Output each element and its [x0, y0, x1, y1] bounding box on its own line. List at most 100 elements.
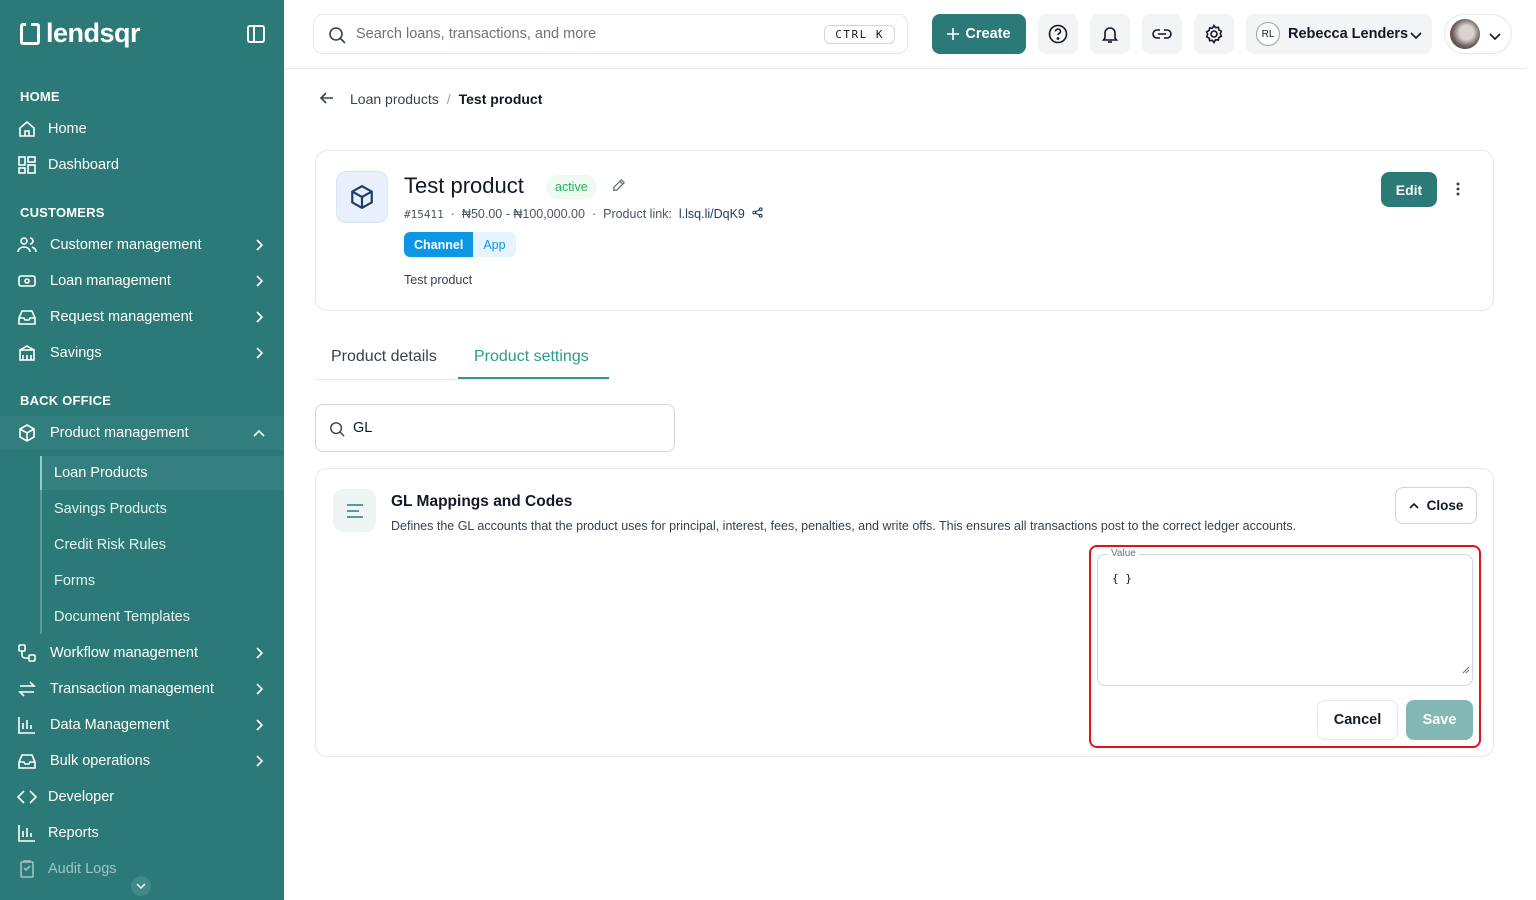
sidebar-item-label: Request management	[50, 309, 193, 325]
chevron-right-icon	[252, 346, 266, 360]
sidebar-subitem-forms[interactable]: Forms	[40, 564, 284, 598]
product-summary-card: Test product active #15411 · ₦50.00 - ₦1…	[315, 150, 1494, 311]
chevron-up-icon	[252, 426, 266, 440]
sidebar-item-label: Home	[48, 121, 87, 137]
sidebar-item-label: Reports	[48, 825, 99, 841]
chevron-right-icon	[252, 754, 266, 768]
sidebar-item-request-management[interactable]: Request management	[0, 300, 284, 334]
sidebar-item-loan-management[interactable]: Loan management	[0, 264, 284, 298]
sidebar-item-home[interactable]: Home	[0, 112, 284, 146]
product-description: Test product	[404, 273, 473, 287]
clipboard-icon	[17, 859, 37, 879]
sidebar-collapse-icon[interactable]	[247, 25, 265, 43]
topbar: Search loans, transactions, and more CTR…	[284, 0, 1526, 69]
section-title-home: HOME	[20, 89, 60, 104]
section-title-customers: CUSTOMERS	[20, 205, 105, 220]
sidebar-item-product-management[interactable]: Product management	[0, 416, 284, 450]
sidebar-item-label: Product management	[50, 425, 189, 441]
workflow-icon	[17, 643, 37, 663]
sidebar-subitem-document-templates[interactable]: Document Templates	[40, 600, 284, 634]
sidebar-item-label: Transaction management	[50, 681, 214, 697]
shortcut-badge: CTRL K	[824, 25, 895, 44]
sidebar-scroll-down-icon[interactable]	[131, 876, 151, 896]
sidebar-item-label: Dashboard	[48, 157, 119, 173]
sidebar-subitem-savings-products[interactable]: Savings Products	[40, 492, 284, 526]
sidebar-item-label: Audit Logs	[48, 861, 117, 877]
save-button[interactable]: Save	[1406, 700, 1473, 740]
back-arrow-icon[interactable]	[319, 91, 334, 107]
breadcrumb-parent[interactable]: Loan products	[350, 91, 439, 107]
tab-product-details[interactable]: Product details	[331, 348, 437, 366]
settings-search-input[interactable]: GL	[353, 420, 372, 436]
resize-handle-icon[interactable]	[1462, 661, 1470, 679]
channel-label: Channel	[404, 232, 474, 257]
notifications-button[interactable]	[1090, 14, 1130, 54]
chevron-down-icon	[1489, 28, 1501, 46]
brand-logo[interactable]: lendsqr	[20, 18, 141, 49]
value-text[interactable]: { }	[1112, 572, 1132, 585]
sidebar-item-bulk-operations[interactable]: Bulk operations	[0, 744, 284, 778]
sidebar-item-savings[interactable]: Savings	[0, 336, 284, 370]
product-link[interactable]: l.lsq.li/DqK9	[679, 207, 745, 221]
chevron-right-icon	[252, 274, 266, 288]
search-input[interactable]: Search loans, transactions, and more	[356, 26, 596, 42]
more-options-icon[interactable]	[1451, 179, 1465, 199]
organization-switcher[interactable]: RL Rebecca Lenders	[1246, 14, 1432, 54]
sidebar-subitem-credit-risk-rules[interactable]: Credit Risk Rules	[40, 528, 284, 562]
users-icon	[17, 235, 37, 255]
settings-button[interactable]	[1194, 14, 1234, 54]
pencil-icon[interactable]	[611, 178, 626, 198]
section-title-back-office: BACK OFFICE	[20, 393, 112, 408]
logo-mark-icon	[20, 22, 40, 45]
search-icon	[328, 26, 346, 49]
sidebar-subitem-loan-products[interactable]: Loan Products	[40, 456, 284, 490]
sidebar-item-reports[interactable]: Reports	[0, 816, 284, 850]
page-title: Test product	[404, 173, 524, 198]
help-button[interactable]	[1038, 14, 1078, 54]
gear-icon	[1205, 24, 1223, 44]
page-scrollbar[interactable]	[1526, 0, 1536, 900]
meta-dot: ·	[450, 207, 455, 221]
arrows-swap-icon	[17, 679, 37, 699]
sidebar-item-transaction-management[interactable]: Transaction management	[0, 672, 284, 706]
link-icon	[1152, 29, 1172, 39]
gl-section-title: GL Mappings and Codes	[391, 493, 573, 510]
share-icon[interactable]	[752, 207, 763, 221]
edit-button[interactable]: Edit	[1381, 172, 1437, 207]
chevron-right-icon	[252, 646, 266, 660]
brand-name: lendsqr	[46, 18, 141, 48]
meta-dot: ·	[591, 207, 597, 221]
global-search[interactable]: Search loans, transactions, and more CTR…	[313, 14, 908, 54]
active-tab-indicator	[458, 377, 609, 379]
links-button[interactable]	[1142, 14, 1182, 54]
sidebar-item-customer-management[interactable]: Customer management	[0, 228, 284, 262]
chevron-up-icon	[1409, 502, 1419, 509]
value-textarea[interactable]: Value { }	[1097, 548, 1473, 686]
sidebar-item-developer[interactable]: Developer	[0, 780, 284, 814]
sidebar-item-label: Workflow management	[50, 645, 199, 661]
create-button[interactable]: Create	[932, 14, 1026, 54]
cancel-button[interactable]: Cancel	[1317, 700, 1398, 740]
plus-icon	[947, 28, 960, 40]
breadcrumb-current: Test product	[458, 91, 543, 107]
sidebar-item-data-management[interactable]: Data Management	[0, 708, 284, 742]
channel-badge: Channel App	[404, 232, 516, 257]
product-id: #15411	[404, 207, 444, 221]
org-name: Rebecca Lenders	[1288, 26, 1409, 42]
avatar	[1450, 19, 1480, 49]
close-section-button[interactable]: Close	[1395, 487, 1477, 524]
breadcrumb-separator: /	[446, 91, 451, 107]
user-menu[interactable]	[1444, 14, 1512, 54]
sidebar-item-label: Loan management	[50, 273, 171, 289]
chevron-right-icon	[252, 682, 266, 696]
breadcrumb: Loan products / Test product	[319, 91, 543, 107]
bank-icon	[17, 343, 37, 363]
settings-search-field[interactable]: GL	[315, 404, 675, 452]
sidebar-item-label: Data Management	[50, 717, 170, 733]
tab-product-settings[interactable]: Product settings	[474, 348, 589, 366]
cube-icon	[336, 171, 388, 223]
amount-range: ₦50.00 - ₦100,000.00	[461, 207, 585, 221]
sidebar-item-workflow-management[interactable]: Workflow management	[0, 636, 284, 670]
sidebar-item-dashboard[interactable]: Dashboard	[0, 148, 284, 182]
org-initials-badge: RL	[1256, 22, 1280, 46]
